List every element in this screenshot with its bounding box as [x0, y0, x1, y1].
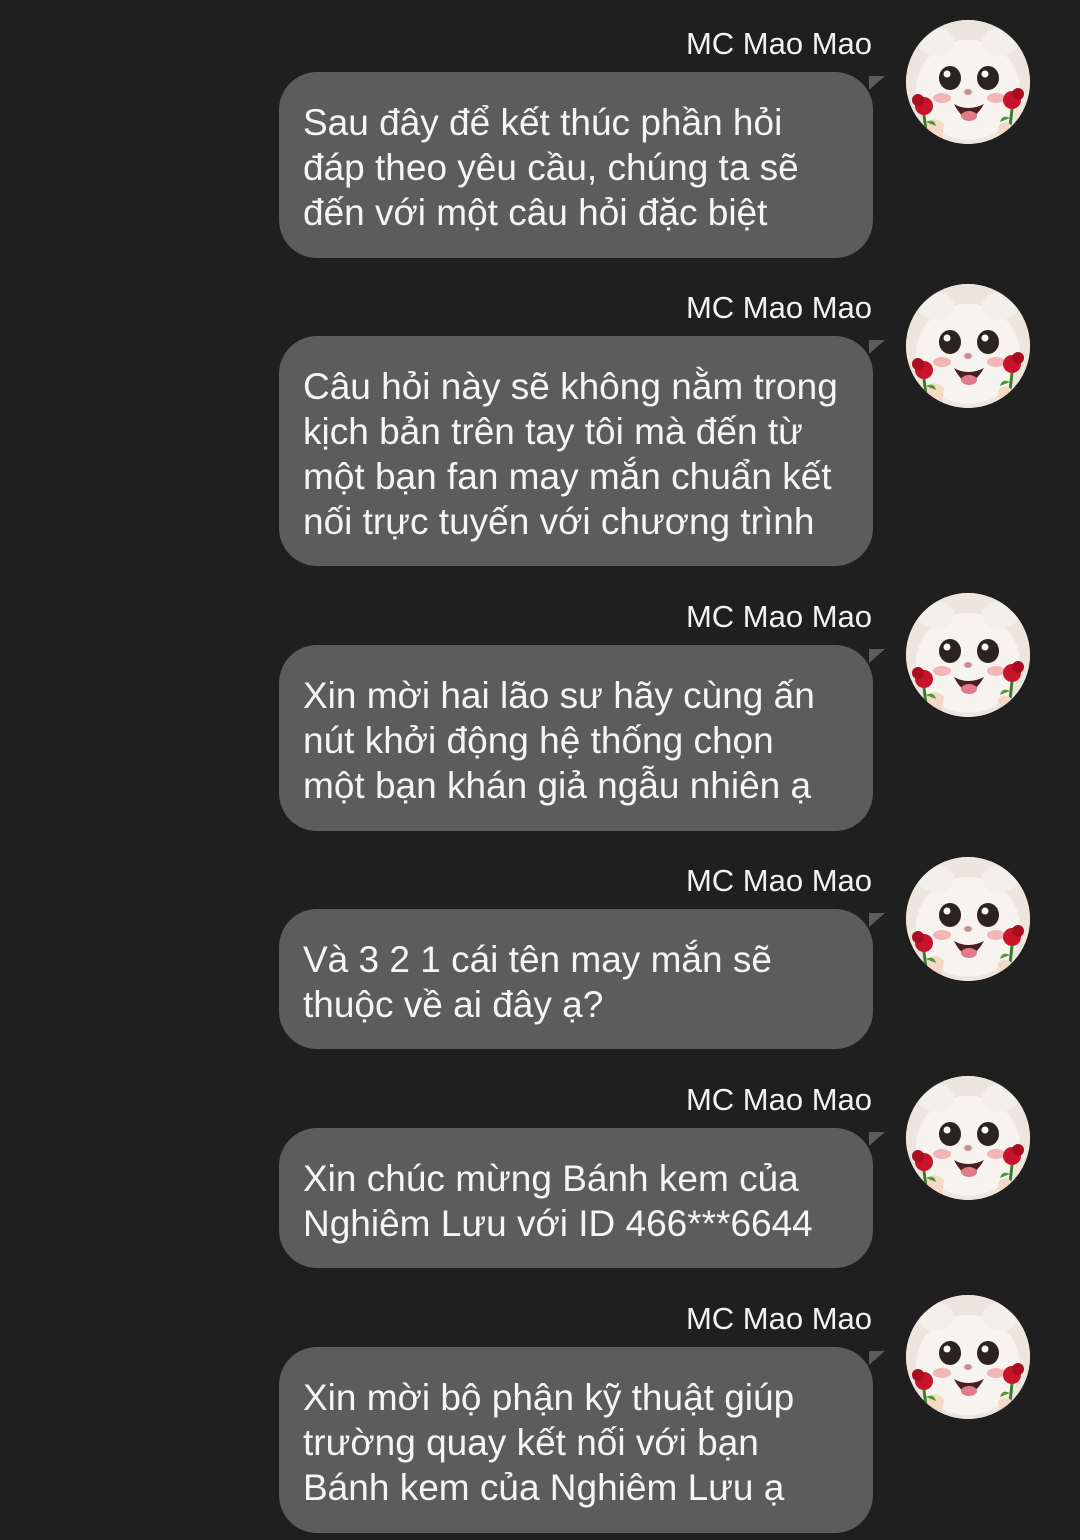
- sender-name: MC Mao Mao: [685, 863, 872, 898]
- cat-with-roses-avatar-icon: [906, 284, 1030, 408]
- message-text: Và 3 2 1 cái tên may mắn sẽ thuộc về ai …: [303, 939, 772, 1025]
- avatar[interactable]: [906, 284, 1030, 408]
- message-text: Câu hỏi này sẽ không nằm trong kịch bản …: [303, 366, 838, 542]
- cat-with-roses-avatar-icon: [906, 593, 1030, 717]
- chat-thread[interactable]: MC Mao Mao Sau đây để kết thúc phần hỏi …: [0, 0, 1080, 1540]
- message-text: Xin mời bộ phận kỹ thuật giúp trường qua…: [303, 1377, 795, 1508]
- cat-with-roses-avatar-icon: [906, 1295, 1030, 1419]
- chat-message: MC Mao Mao Xin mời hai lão sư hãy cùng ấ…: [0, 593, 1080, 837]
- avatar[interactable]: [906, 593, 1030, 717]
- message-bubble[interactable]: Xin mời hai lão sư hãy cùng ấn nút khởi …: [279, 645, 885, 831]
- chat-message: MC Mao Mao Câu hỏi này sẽ không nằm tron…: [0, 284, 1080, 568]
- message-text: Xin chúc mừng Bánh kem của Nghiêm Lưu vớ…: [303, 1158, 813, 1244]
- cat-with-roses-avatar-icon: [906, 1076, 1030, 1200]
- message-bubble[interactable]: Sau đây để kết thúc phần hỏi đáp theo yê…: [279, 72, 885, 258]
- message-text: Sau đây để kết thúc phần hỏi đáp theo yê…: [303, 102, 799, 233]
- message-bubble[interactable]: Và 3 2 1 cái tên may mắn sẽ thuộc về ai …: [279, 909, 885, 1049]
- cat-with-roses-avatar-icon: [906, 20, 1030, 144]
- sender-name: MC Mao Mao: [685, 1301, 872, 1336]
- avatar[interactable]: [906, 1295, 1030, 1419]
- sender-name: MC Mao Mao: [685, 26, 872, 61]
- message-bubble[interactable]: Xin chúc mừng Bánh kem của Nghiêm Lưu vớ…: [279, 1128, 885, 1268]
- sender-name: MC Mao Mao: [685, 1082, 872, 1117]
- chat-message: MC Mao Mao Sau đây để kết thúc phần hỏi …: [0, 20, 1080, 264]
- sender-name: MC Mao Mao: [685, 290, 872, 325]
- avatar[interactable]: [906, 1076, 1030, 1200]
- chat-message: MC Mao Mao Xin chúc mừng Bánh kem của Ng…: [0, 1076, 1080, 1270]
- sender-name: MC Mao Mao: [685, 599, 872, 634]
- avatar[interactable]: [906, 20, 1030, 144]
- message-text: Xin mời hai lão sư hãy cùng ấn nút khởi …: [303, 675, 815, 806]
- chat-message: MC Mao Mao Xin mời bộ phận kỹ thuật giúp…: [0, 1295, 1080, 1539]
- cat-with-roses-avatar-icon: [906, 857, 1030, 981]
- message-bubble[interactable]: Xin mời bộ phận kỹ thuật giúp trường qua…: [279, 1347, 885, 1533]
- chat-message: MC Mao Mao Và 3 2 1 cái tên may mắn sẽ t…: [0, 857, 1080, 1051]
- message-bubble[interactable]: Câu hỏi này sẽ không nằm trong kịch bản …: [279, 336, 885, 566]
- avatar[interactable]: [906, 857, 1030, 981]
